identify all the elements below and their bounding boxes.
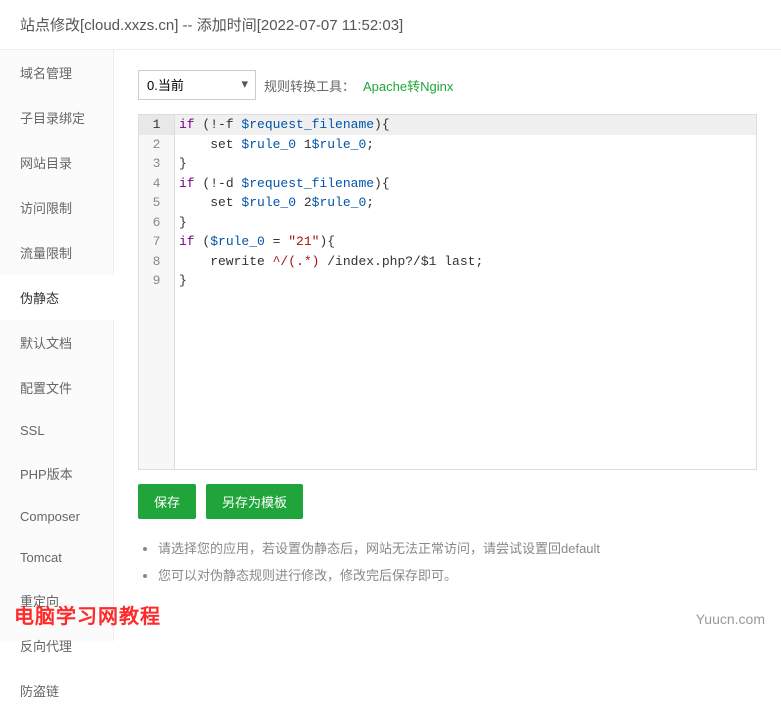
sidebar-item[interactable]: PHP版本 (0, 451, 113, 496)
code-line[interactable]: set $rule_0 2$rule_0; (175, 193, 756, 213)
template-select[interactable]: 0.当前 (138, 70, 256, 100)
sidebar-item[interactable]: 默认文档 (0, 320, 113, 365)
sidebar-item[interactable]: Tomcat (0, 537, 113, 578)
gutter-line: 6 (139, 213, 174, 233)
convert-label: 规则转换工具： (264, 76, 355, 95)
convert-link[interactable]: Apache转Nginx (363, 76, 453, 95)
editor-code[interactable]: if (!-f $request_filename){ set $rule_0 … (175, 115, 756, 469)
modal-header: 站点修改[cloud.xxzs.cn] -- 添加时间[2022-07-07 1… (0, 0, 781, 50)
code-line[interactable]: } (175, 271, 756, 291)
modal-body: 域名管理子目录绑定网站目录访问限制流量限制伪静态默认文档配置文件SSLPHP版本… (0, 50, 781, 641)
gutter-line: 2 (139, 135, 174, 155)
sidebar-item[interactable]: 配置文件 (0, 365, 113, 410)
gutter-line: 8 (139, 252, 174, 272)
sidebar: 域名管理子目录绑定网站目录访问限制流量限制伪静态默认文档配置文件SSLPHP版本… (0, 50, 114, 641)
sidebar-item[interactable]: Composer (0, 496, 113, 537)
template-select-wrap: 0.当前 (138, 70, 256, 100)
modal-title: 站点修改[cloud.xxzs.cn] -- 添加时间[2022-07-07 1… (20, 17, 403, 34)
button-row: 保存 另存为模板 (138, 484, 757, 519)
code-line[interactable]: } (175, 154, 756, 174)
code-line[interactable]: rewrite ^/(.*) /index.php?/$1 last; (175, 252, 756, 272)
gutter-line: 3 (139, 154, 174, 174)
watermark-left: 电脑学习网教程 (14, 600, 161, 629)
save-button[interactable]: 保存 (138, 484, 196, 519)
watermark-right: Yuucn.com (696, 611, 765, 627)
tips: 请选择您的应用，若设置伪静态后，网站无法正常访问，请尝试设置回default 您可… (138, 539, 757, 587)
code-line[interactable]: } (175, 213, 756, 233)
tip-item: 请选择您的应用，若设置伪静态后，网站无法正常访问，请尝试设置回default (158, 539, 757, 560)
sidebar-item[interactable]: 伪静态 (0, 275, 113, 320)
sidebar-item[interactable]: 域名管理 (0, 50, 113, 95)
save-as-template-button[interactable]: 另存为模板 (206, 484, 303, 519)
toolbar: 0.当前 规则转换工具： Apache转Nginx (138, 70, 757, 100)
sidebar-item[interactable]: 流量限制 (0, 230, 113, 275)
code-editor[interactable]: 123456789 if (!-f $request_filename){ se… (138, 114, 757, 470)
code-line[interactable]: set $rule_0 1$rule_0; (175, 135, 756, 155)
gutter-line: 5 (139, 193, 174, 213)
sidebar-item[interactable]: SSL (0, 410, 113, 451)
gutter-line: 1 (139, 115, 174, 135)
code-line[interactable]: if ($rule_0 = "21"){ (175, 232, 756, 252)
code-line[interactable]: if (!-d $request_filename){ (175, 174, 756, 194)
main-panel: 0.当前 规则转换工具： Apache转Nginx 123456789 if (… (114, 50, 781, 641)
gutter-line: 7 (139, 232, 174, 252)
sidebar-item[interactable]: 网站目录 (0, 140, 113, 185)
gutter-line: 9 (139, 271, 174, 291)
sidebar-item[interactable]: 访问限制 (0, 185, 113, 230)
gutter-line: 4 (139, 174, 174, 194)
editor-gutter: 123456789 (139, 115, 175, 469)
tips-list: 请选择您的应用，若设置伪静态后，网站无法正常访问，请尝试设置回default 您可… (138, 539, 757, 587)
tip-item: 您可以对伪静态规则进行修改，修改完后保存即可。 (158, 566, 757, 587)
code-line[interactable]: if (!-f $request_filename){ (175, 115, 756, 135)
sidebar-item[interactable]: 反向代理 (0, 623, 113, 668)
sidebar-item[interactable]: 防盗链 (0, 668, 113, 713)
sidebar-item[interactable]: 子目录绑定 (0, 95, 113, 140)
